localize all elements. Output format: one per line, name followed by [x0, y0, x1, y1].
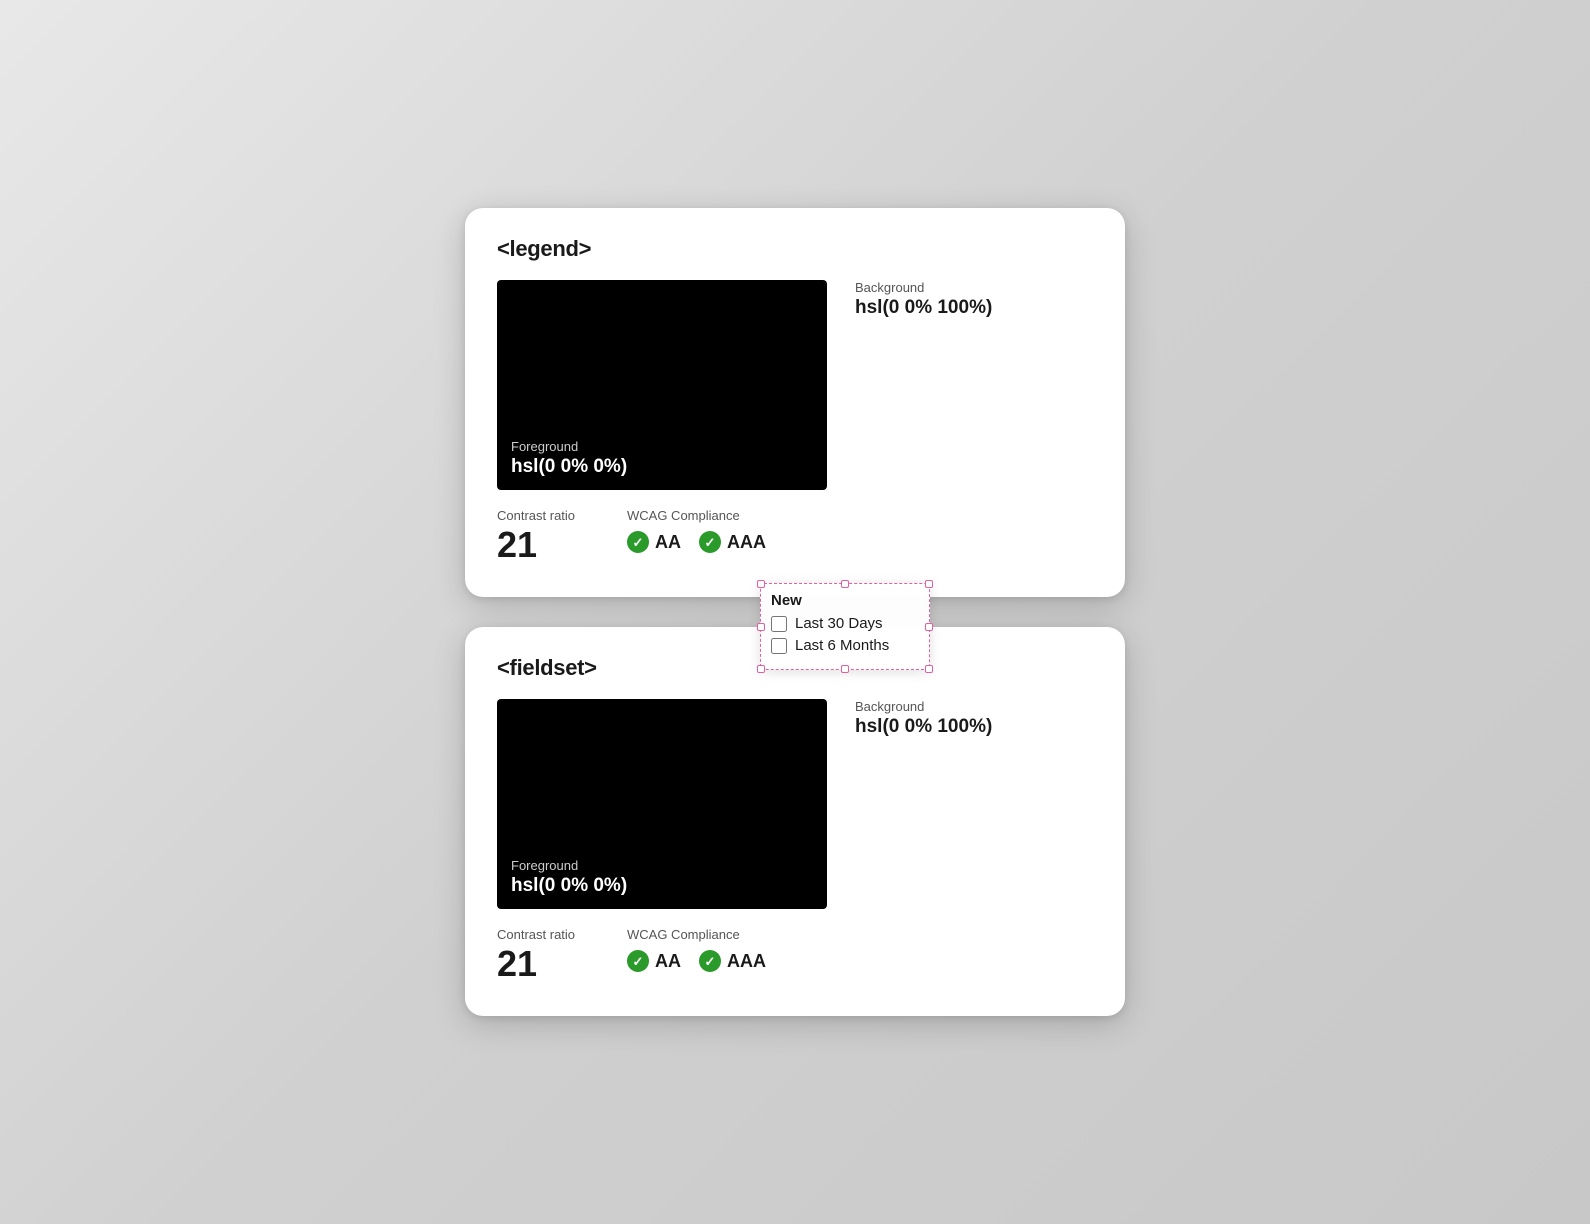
fieldset-contrast-value: 21 [497, 944, 627, 984]
legend-wcag-badges: AA AAA [627, 531, 766, 553]
fieldset-metrics-row: Contrast ratio 21 WCAG Compliance AA AAA [497, 927, 1093, 984]
legend-bg-section: Background hsl(0 0% 100%) [827, 280, 992, 329]
fieldset-wcag-aaa-badge: AAA [699, 950, 766, 972]
fieldset-preview-section: Foreground hsl(0 0% 0%) [497, 699, 827, 909]
legend-wcag-section: WCAG Compliance AA AAA [627, 508, 766, 553]
legend-card-title: <legend> [497, 236, 1093, 262]
fieldset-aa-label: AA [655, 951, 681, 972]
fieldset-wcag-section: WCAG Compliance AA AAA [627, 927, 766, 972]
overlay-legend-label: New [771, 592, 915, 609]
legend-wcag-aaa-badge: AAA [699, 531, 766, 553]
overlay-item-1[interactable]: Last 30 Days [771, 615, 915, 632]
legend-preview-section: Foreground hsl(0 0% 0%) [497, 280, 827, 490]
legend-wcag-aa-badge: AA [627, 531, 681, 553]
handle-mr [925, 623, 933, 631]
fieldset-bg-value: hsl(0 0% 100%) [855, 716, 992, 738]
overlay-item-2[interactable]: Last 6 Months [771, 637, 915, 654]
overlay-checkbox-2[interactable] [771, 638, 787, 654]
fieldset-contrast-section: Contrast ratio 21 [497, 927, 627, 984]
handle-tr [925, 580, 933, 588]
legend-metrics-row: Contrast ratio 21 WCAG Compliance AA AAA [497, 508, 1093, 565]
handle-tm [841, 580, 849, 588]
handle-tl [757, 580, 765, 588]
overlay-item-2-label: Last 6 Months [795, 637, 889, 654]
legend-fg-value: hsl(0 0% 0%) [511, 456, 627, 478]
fieldset-color-preview: Foreground hsl(0 0% 0%) [497, 699, 827, 909]
handle-ml [757, 623, 765, 631]
fieldset-fg-label: Foreground [511, 858, 627, 873]
legend-wcag-label: WCAG Compliance [627, 508, 766, 523]
legend-contrast-label: Contrast ratio [497, 508, 627, 523]
legend-fg-overlay: Foreground hsl(0 0% 0%) [511, 439, 627, 478]
fieldset-card: <fieldset> Foreground hsl(0 0% 0%) Backg… [465, 627, 1125, 1016]
cards-container: <legend> Foreground hsl(0 0% 0%) Backgro… [465, 208, 1125, 1015]
fieldset-wcag-aa-badge: AA [627, 950, 681, 972]
legend-color-preview: Foreground hsl(0 0% 0%) [497, 280, 827, 490]
handle-br [925, 665, 933, 673]
legend-bg-label: Background [855, 280, 992, 295]
floating-overlay: New Last 30 Days Last 6 Months [760, 583, 930, 670]
selection-box: New Last 30 Days Last 6 Months [760, 583, 930, 670]
legend-aaa-label: AAA [727, 532, 766, 553]
overlay-checkbox-1[interactable] [771, 616, 787, 632]
fieldset-fg-value: hsl(0 0% 0%) [511, 875, 627, 897]
legend-card-preview-row: Foreground hsl(0 0% 0%) Background hsl(0… [497, 280, 1093, 490]
fieldset-fg-overlay: Foreground hsl(0 0% 0%) [511, 858, 627, 897]
handle-bl [757, 665, 765, 673]
fieldset-wcag-badges: AA AAA [627, 950, 766, 972]
legend-aaa-check-icon [699, 531, 721, 553]
fieldset-bg-label: Background [855, 699, 992, 714]
legend-contrast-value: 21 [497, 525, 627, 565]
legend-fg-label: Foreground [511, 439, 627, 454]
fieldset-aaa-check-icon [699, 950, 721, 972]
legend-aa-check-icon [627, 531, 649, 553]
fieldset-aaa-label: AAA [727, 951, 766, 972]
overlay-item-1-label: Last 30 Days [795, 615, 883, 632]
legend-card: <legend> Foreground hsl(0 0% 0%) Backgro… [465, 208, 1125, 597]
fieldset-wcag-label: WCAG Compliance [627, 927, 766, 942]
fieldset-card-preview-row: Foreground hsl(0 0% 0%) Background hsl(0… [497, 699, 1093, 909]
legend-contrast-section: Contrast ratio 21 [497, 508, 627, 565]
fieldset-contrast-label: Contrast ratio [497, 927, 627, 942]
legend-aa-label: AA [655, 532, 681, 553]
fieldset-aa-check-icon [627, 950, 649, 972]
fieldset-bg-section: Background hsl(0 0% 100%) [827, 699, 992, 748]
legend-bg-value: hsl(0 0% 100%) [855, 297, 992, 319]
handle-bm [841, 665, 849, 673]
